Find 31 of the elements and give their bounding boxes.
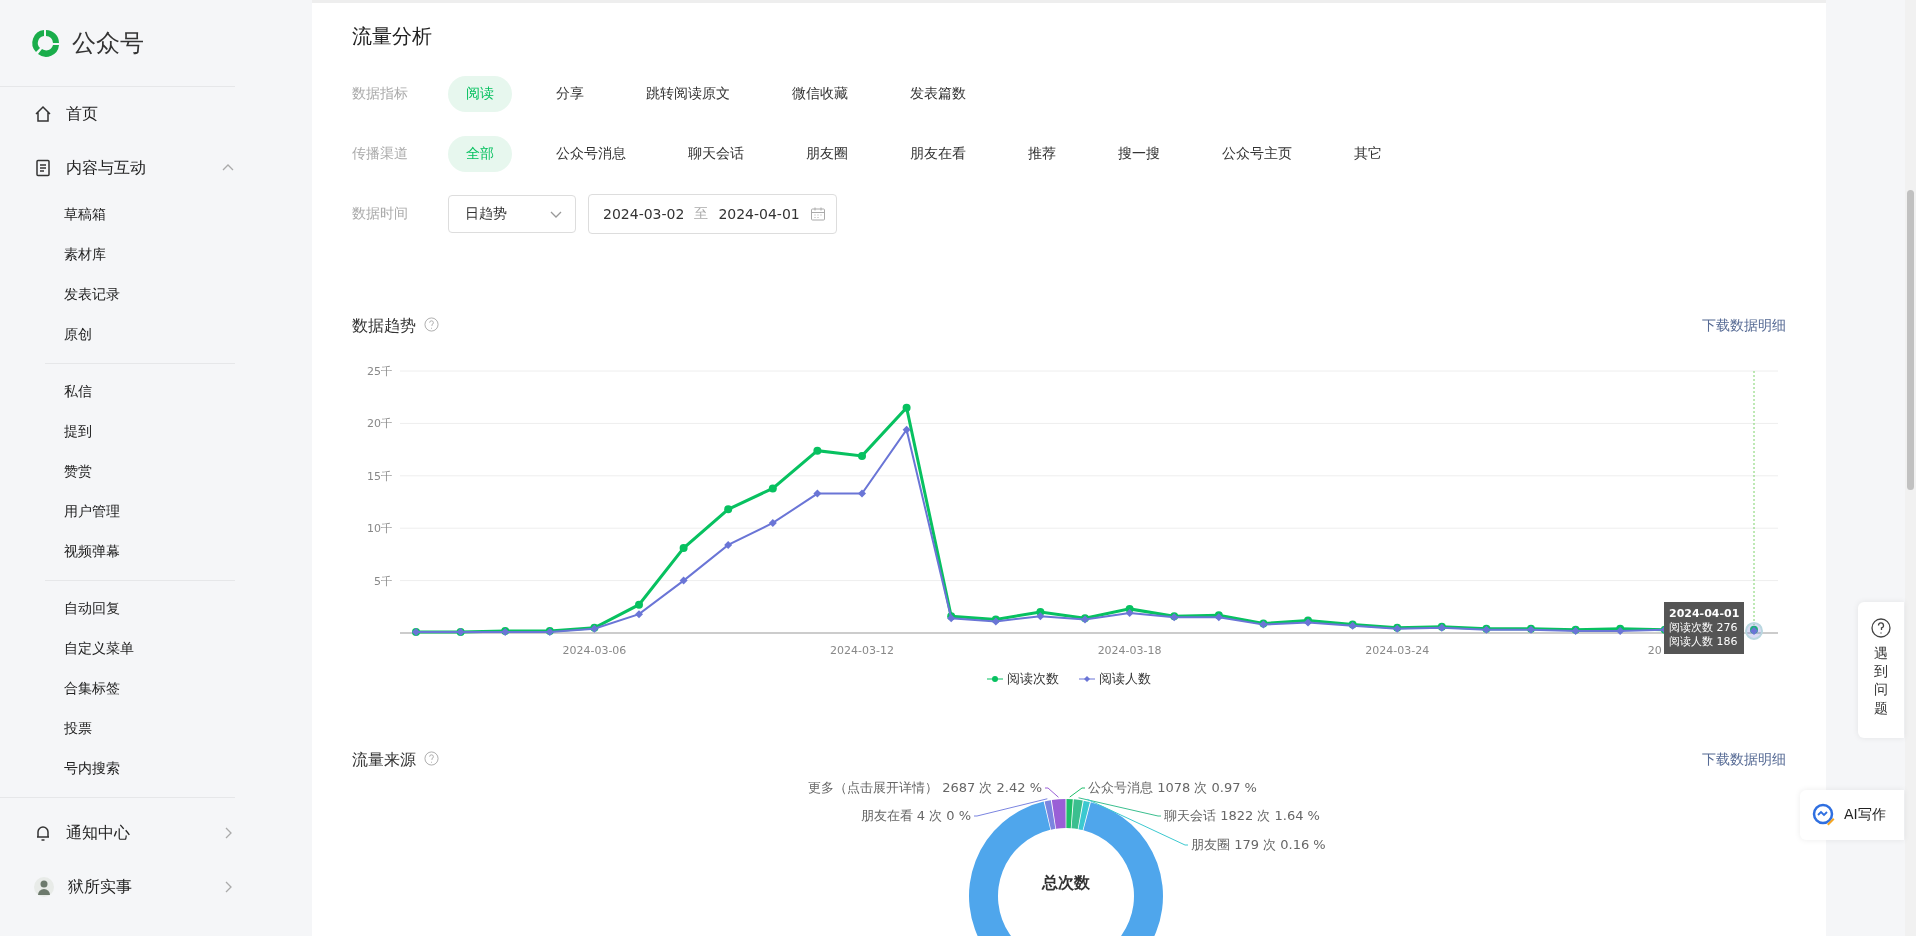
slice-label: 公众号消息 1078 次 0.97 % <box>1088 780 1257 795</box>
slice-label: 朋友在看 4 次 0 % <box>860 808 971 823</box>
page-title: 流量分析 <box>352 23 433 50</box>
slice-label: 朋友圈 179 次 0.16 % <box>1191 837 1326 852</box>
y-tick-label: 5千 <box>374 574 392 588</box>
section-title: 流量来源 <box>352 749 416 771</box>
filter-label: 数据时间 <box>352 205 409 223</box>
x-tick-label: 2024-03-12 <box>830 644 894 657</box>
y-tick-label: 25千 <box>367 365 392 378</box>
ai-writing-label: AI写作 <box>1844 806 1886 824</box>
slice-label: 更多（点击展开详情） 2687 次 2.42 % <box>808 780 1042 795</box>
tooltip-value: 阅读次数 276 <box>1669 621 1739 635</box>
y-tick-label: 15千 <box>367 469 392 483</box>
slice-label: 聊天会话 1822 次 1.64 % <box>1164 808 1320 823</box>
start-date: 2024-03-02 <box>603 206 685 222</box>
section-title: 数据趋势 <box>352 315 416 337</box>
y-tick-label: 10千 <box>367 522 392 536</box>
x-tick-label: 2024-03-18 <box>1097 644 1162 657</box>
tooltip-value: 阅读人数 186 <box>1669 635 1739 649</box>
donut-center-label: 总次数 <box>1042 873 1090 892</box>
y-tick-label: 20千 <box>367 417 392 431</box>
x-tick-label: 20 <box>1647 644 1662 657</box>
tooltip-date: 2024-04-01 <box>1669 607 1740 621</box>
x-tick-label: 2024-03-24 <box>1365 644 1430 657</box>
range-separator: 至 <box>694 205 709 223</box>
help-label: 遇到问题 <box>1874 644 1888 717</box>
filter-label: 数据指标 <box>352 85 409 103</box>
filter-label: 传播渠道 <box>352 145 409 163</box>
x-tick-label: 2024-03-06 <box>562 644 627 657</box>
logo-text: 公众号 <box>72 28 144 59</box>
end-date: 2024-04-01 <box>718 206 800 222</box>
